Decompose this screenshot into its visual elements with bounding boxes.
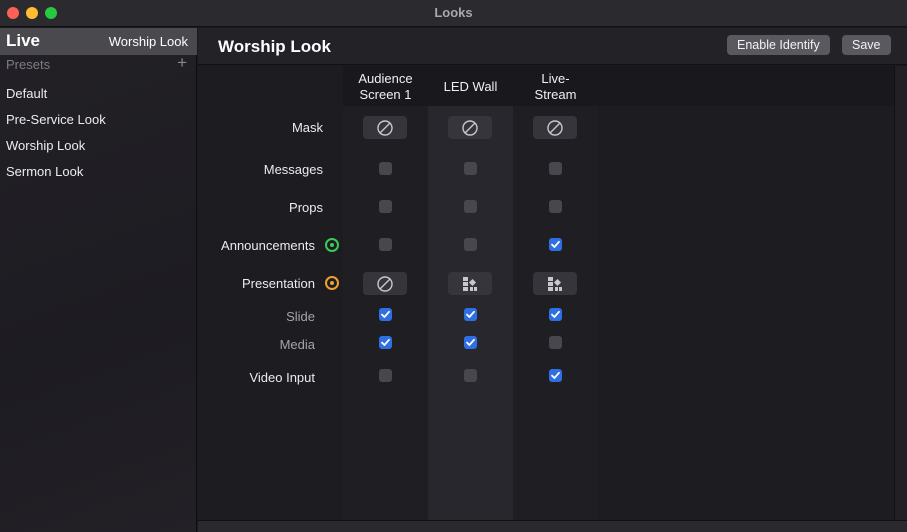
look-header: Worship Look Enable Identify Save — [198, 28, 907, 65]
presentation-live-stream-button[interactable] — [533, 272, 577, 295]
checkmark-icon — [381, 310, 390, 318]
slide-live-stream-checkbox[interactable] — [549, 308, 562, 321]
row-label-mask: Mask — [291, 120, 323, 135]
presentation-led-wall-button[interactable] — [448, 272, 492, 295]
row-label-slide: Slide — [286, 309, 315, 324]
mask-audience-screen-button[interactable] — [363, 116, 407, 139]
preset-item-pre-service[interactable]: Pre-Service Look — [6, 112, 106, 127]
column-header-audience-screen: Audience Screen 1 — [358, 71, 413, 102]
video-input-led-wall-checkbox[interactable] — [464, 369, 477, 382]
layout-icon — [548, 276, 562, 291]
video-input-audience-screen-checkbox[interactable] — [379, 369, 392, 382]
row-label-media: Media — [279, 337, 315, 352]
slide-audience-screen-checkbox[interactable] — [379, 308, 392, 321]
announcements-audience-screen-checkbox[interactable] — [379, 238, 392, 251]
slide-led-wall-checkbox[interactable] — [464, 308, 477, 321]
horizontal-scrollbar-track[interactable] — [198, 520, 907, 532]
media-live-stream-checkbox[interactable] — [549, 336, 562, 349]
preset-item-default[interactable]: Default — [6, 86, 47, 101]
sidebar: Live Worship Look Presets + Default Pre-… — [0, 28, 197, 532]
title-bar: Looks — [0, 0, 907, 27]
messages-led-wall-checkbox[interactable] — [464, 162, 477, 175]
presets-header: Presets — [6, 57, 51, 72]
row-label-announcements: Announcements — [221, 238, 315, 253]
announcements-live-stream-checkbox[interactable] — [549, 238, 562, 251]
none-icon — [377, 119, 393, 136]
presentation-status-icon — [325, 276, 339, 290]
messages-live-stream-checkbox[interactable] — [549, 162, 562, 175]
window-title: Looks — [434, 5, 473, 20]
preset-item-sermon[interactable]: Sermon Look — [6, 164, 83, 179]
live-look-name: Worship Look — [108, 34, 188, 49]
presentation-audience-screen-button[interactable] — [363, 272, 407, 295]
column-header-live-stream: Live- Stream — [534, 71, 577, 102]
preset-item-worship[interactable]: Worship Look — [6, 138, 85, 153]
mask-live-stream-button[interactable] — [533, 116, 577, 139]
checkmark-icon — [466, 310, 475, 318]
none-icon — [462, 119, 478, 136]
none-icon — [547, 119, 563, 136]
media-audience-screen-checkbox[interactable] — [379, 336, 392, 349]
save-button[interactable]: Save — [842, 35, 891, 55]
media-led-wall-checkbox[interactable] — [464, 336, 477, 349]
video-input-live-stream-checkbox[interactable] — [549, 369, 562, 382]
props-live-stream-checkbox[interactable] — [549, 200, 562, 213]
row-label-presentation: Presentation — [242, 276, 315, 291]
row-label-props: Props — [289, 200, 323, 215]
live-look-row[interactable]: Live Worship Look — [0, 28, 197, 55]
row-label-messages: Messages — [263, 162, 323, 177]
messages-audience-screen-checkbox[interactable] — [379, 162, 392, 175]
props-audience-screen-checkbox[interactable] — [379, 200, 392, 213]
live-label: Live — [6, 31, 41, 50]
plus-icon[interactable]: + — [177, 53, 187, 73]
look-title: Worship Look — [218, 37, 332, 56]
column-header-led-wall: LED Wall — [443, 79, 498, 94]
enable-identify-button[interactable]: Enable Identify — [727, 35, 830, 55]
vertical-scrollbar-track[interactable] — [894, 66, 907, 520]
row-label-video-input: Video Input — [249, 370, 315, 385]
none-icon — [377, 275, 393, 292]
announcements-status-icon — [325, 238, 339, 252]
checkmark-icon — [551, 310, 560, 318]
checkmark-icon — [466, 338, 475, 346]
layout-icon — [463, 276, 477, 291]
checkmark-icon — [551, 240, 560, 248]
checkmark-icon — [551, 371, 560, 379]
look-grid: Audience Screen 1 LED Wall Live- Stream … — [198, 66, 894, 520]
checkmark-icon — [381, 338, 390, 346]
props-led-wall-checkbox[interactable] — [464, 200, 477, 213]
announcements-led-wall-checkbox[interactable] — [464, 238, 477, 251]
mask-led-wall-button[interactable] — [448, 116, 492, 139]
